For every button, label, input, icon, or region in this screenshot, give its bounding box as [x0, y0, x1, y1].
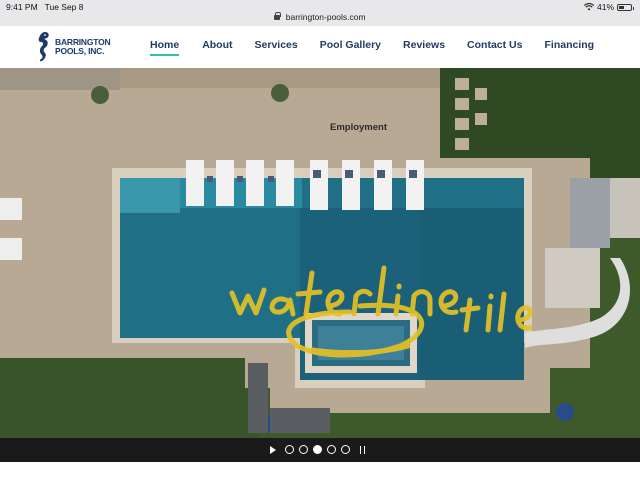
nav-about[interactable]: About — [202, 39, 232, 51]
url-text: barrington-pools.com — [285, 12, 366, 22]
address-bar[interactable]: barrington-pools.com — [0, 12, 640, 22]
status-time: 9:41 PM Tue Sep 8 — [6, 2, 84, 12]
brand-logo[interactable]: BARRINGTON POOLS, INC. — [36, 30, 111, 64]
wifi-icon — [583, 3, 594, 11]
nav-reviews[interactable]: Reviews — [403, 39, 445, 51]
slide-dot-5[interactable] — [341, 445, 350, 454]
status-date: Tue Sep 8 — [44, 2, 84, 12]
nav-dropdown-employment[interactable]: Employment — [330, 122, 387, 133]
slide-dot-1[interactable] — [285, 445, 294, 454]
brand-line2: POOLS, INC. — [55, 46, 105, 56]
nav-financing[interactable]: Financing — [544, 39, 594, 51]
seahorse-icon — [38, 32, 49, 62]
status-bar: 9:41 PM Tue Sep 8 barrington-pools.com 4… — [0, 0, 640, 26]
hero-slider[interactable]: Employment — [0, 68, 640, 438]
status-clock: 9:41 PM — [6, 2, 38, 12]
battery-level — [619, 5, 625, 9]
slide-dot-2[interactable] — [299, 445, 308, 454]
status-right: 41% — [583, 2, 634, 12]
brand-name: BARRINGTON POOLS, INC. — [55, 38, 111, 56]
nav-pool-gallery[interactable]: Pool Gallery — [320, 39, 381, 51]
nav-contact-us[interactable]: Contact Us — [467, 39, 522, 51]
battery-percent: 41% — [596, 2, 614, 12]
slide-dot-3[interactable] — [313, 445, 322, 454]
page-below — [0, 462, 640, 480]
play-icon[interactable] — [270, 446, 276, 454]
lock-icon — [274, 12, 282, 20]
pause-icon[interactable] — [360, 446, 365, 454]
main-nav: Home About Services Pool Gallery Reviews… — [150, 39, 594, 56]
slider-controls — [0, 438, 640, 462]
slide-dot-4[interactable] — [327, 445, 336, 454]
hero-image — [0, 68, 640, 438]
nav-home[interactable]: Home — [150, 39, 180, 56]
nav-services[interactable]: Services — [255, 39, 298, 51]
site-header: BARRINGTON POOLS, INC. Home About Servic… — [0, 26, 640, 68]
battery-icon — [617, 3, 634, 11]
